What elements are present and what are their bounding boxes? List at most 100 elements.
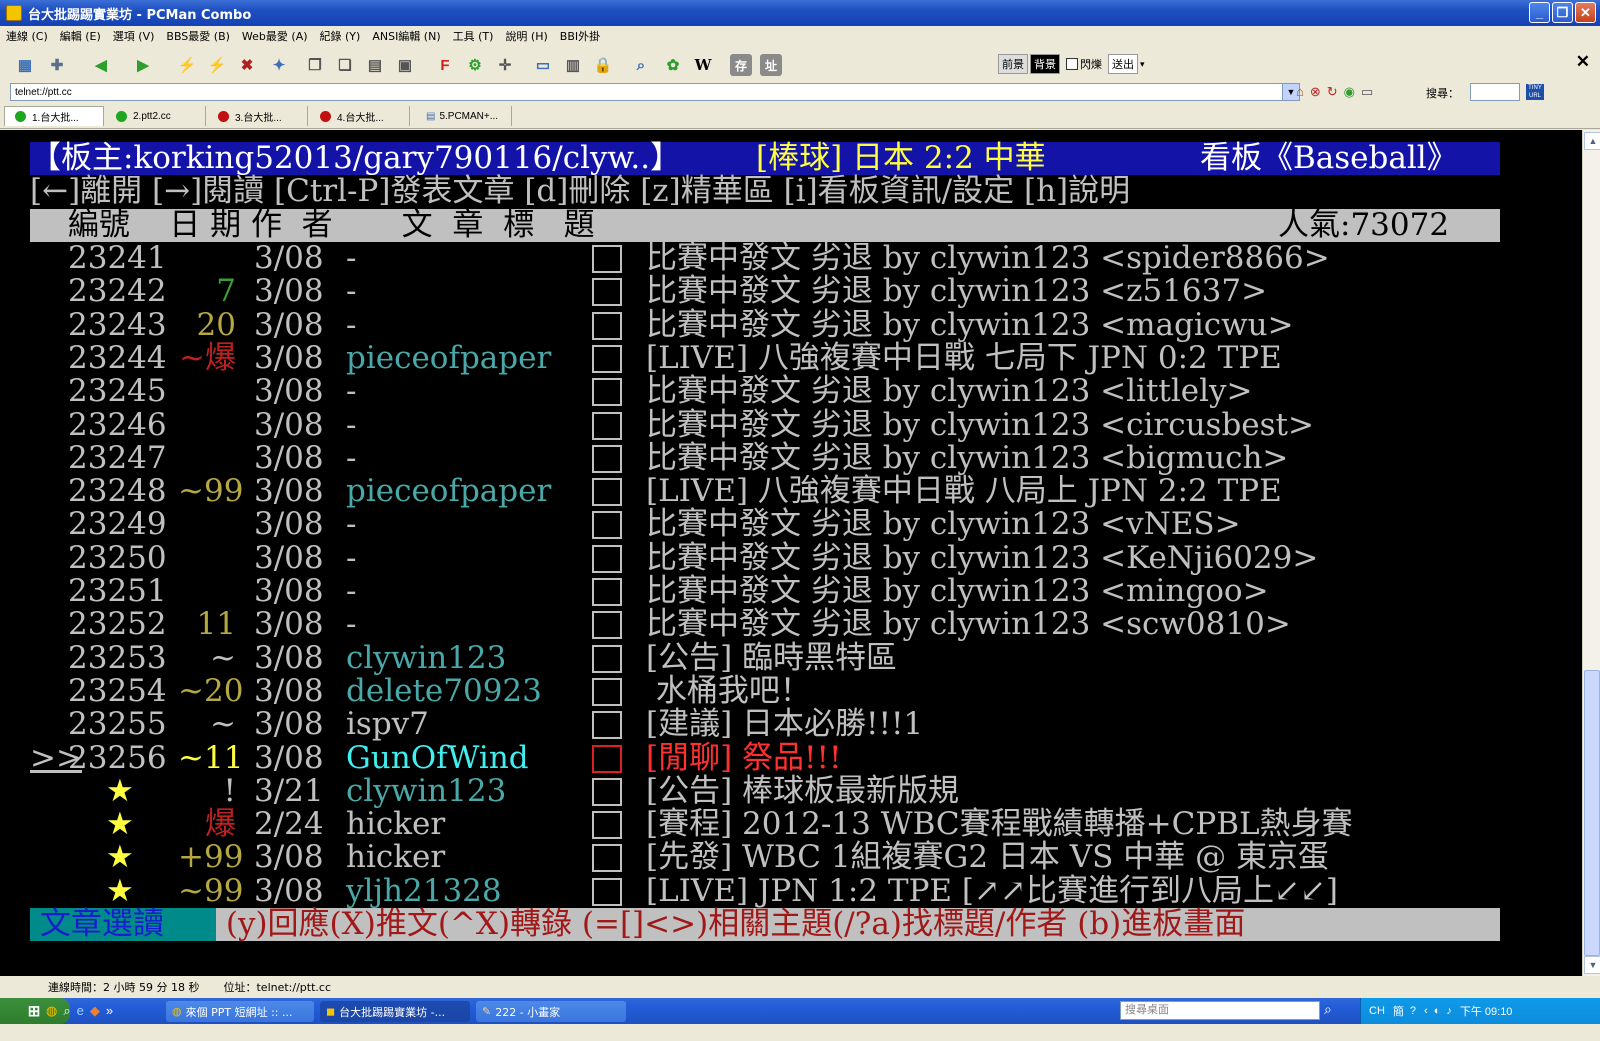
article-row[interactable]: 23255 ~3/08 ispv7 [建議] 日本必勝!!!1 — [30, 708, 1500, 741]
chevron-down-icon[interactable]: ▾ — [1140, 59, 1145, 70]
select-checkbox[interactable] — [592, 878, 622, 906]
article-row[interactable]: 23249 3/08- 比賽中發文 劣退 by clywin123 <vNES> — [30, 508, 1500, 541]
home-icon[interactable]: ⌂ — [1296, 84, 1304, 100]
search-icon[interactable]: ⌕ — [63, 1003, 70, 1019]
article-row[interactable]: 23243 20 3/08- 比賽中發文 劣退 by clywin123 <magic… — [30, 309, 1500, 342]
close-tab-icon[interactable]: ✕ — [1576, 52, 1590, 72]
tab-2[interactable]: 2.ptt2.cc — [106, 106, 206, 126]
ime-icon[interactable]: 簡 — [1393, 1003, 1404, 1019]
save-icon[interactable]: 存 — [730, 54, 752, 76]
chrome-icon[interactable]: ◍ — [46, 1003, 57, 1019]
scroll-up-icon[interactable]: ▲ — [1584, 132, 1600, 150]
forward-icon[interactable]: ▶ — [132, 54, 154, 76]
select-checkbox[interactable] — [592, 711, 622, 739]
stop-icon[interactable]: ⊗ — [1310, 84, 1321, 100]
select-checkbox[interactable] — [592, 412, 622, 440]
menu-bbi-plugin[interactable]: BBI外掛 — [560, 28, 600, 44]
reconnect-all-icon[interactable]: ⚡ — [206, 54, 228, 76]
article-row[interactable]: ★ ~99 3/08 yljh21328 [LIVE] JPN 1:2 TPE [↗↗比… — [30, 875, 1500, 908]
background-button[interactable]: 背景 — [1030, 54, 1060, 74]
blink-checkbox[interactable] — [1066, 58, 1078, 70]
add-favorite-icon[interactable]: ✦ — [268, 54, 290, 76]
maximize-button[interactable]: ❐ — [1552, 2, 1573, 23]
select-checkbox[interactable] — [592, 745, 622, 773]
send-button[interactable]: 送出 — [1108, 54, 1138, 74]
tab-1[interactable]: 1.台大批... — [4, 106, 104, 126]
task-paint[interactable]: ✎ 222 - 小畫家 — [476, 1001, 626, 1022]
font-icon[interactable]: F — [434, 54, 456, 76]
article-row[interactable]: 23252 11 3/08- 比賽中發文 劣退 by clywin123 <scw08… — [30, 608, 1500, 641]
ie-icon[interactable]: e — [77, 1003, 84, 1019]
select-checkbox[interactable] — [592, 678, 622, 706]
article-row[interactable]: 23250 3/08- 比賽中發文 劣退 by clywin123 <KeNji60… — [30, 542, 1500, 575]
copy-icon[interactable]: ❐ — [304, 54, 326, 76]
scrollbar[interactable]: ▲ ▼ — [1582, 130, 1600, 976]
menu-help[interactable]: 說明 (H) — [505, 28, 547, 44]
language-indicator[interactable]: CH — [1369, 1005, 1385, 1017]
volume-icon[interactable]: ♪ — [1446, 1005, 1452, 1017]
select-all-icon[interactable]: ▣ — [394, 54, 416, 76]
paste-icon[interactable]: ▤ — [364, 54, 386, 76]
article-row[interactable]: 23251 3/08- 比賽中發文 劣退 by clywin123 <mingoo> — [30, 575, 1500, 608]
article-row[interactable]: 23248 ~99 3/08 pieceofpaper [LIVE] 八強複賽中日戰 八… — [30, 475, 1500, 508]
article-row[interactable]: 23254 ~20 3/08 delete70923 水桶我吧！ — [30, 675, 1500, 708]
minimize-button[interactable]: _ — [1529, 2, 1550, 23]
article-row[interactable]: ★ 爆 2/24 hicker [賽程] 2012-13 WBC賽程戰績轉播+CPBL熱… — [30, 808, 1500, 841]
reconnect-icon[interactable]: ⚡ — [176, 54, 198, 76]
scroll-down-icon[interactable]: ▼ — [1584, 956, 1600, 974]
select-checkbox[interactable] — [592, 511, 622, 539]
article-row[interactable]: 23245 3/08- 比賽中發文 劣退 by clywin123 <littlel… — [30, 375, 1500, 408]
new-connection-icon[interactable]: ✚ — [46, 54, 68, 76]
article-row[interactable]: 23242 7 3/08- 比賽中發文 劣退 by clywin123 <z51637… — [30, 275, 1500, 308]
select-checkbox[interactable] — [592, 478, 622, 506]
menu-web-favorites[interactable]: Web最愛 (A) — [242, 28, 308, 44]
select-checkbox[interactable] — [592, 278, 622, 306]
wikipedia-icon[interactable]: W — [692, 54, 714, 76]
task-browser[interactable]: ◍ 來個 PPT 短網址 :: ... — [166, 1001, 314, 1022]
app-icon[interactable]: ◆ — [90, 1003, 100, 1019]
scroll-thumb[interactable] — [1584, 670, 1600, 956]
foreground-button[interactable]: 前景 — [998, 54, 1028, 74]
menu-tools[interactable]: 工具 (T) — [453, 28, 494, 44]
desktop-search-input[interactable]: 搜尋桌面 — [1120, 1001, 1320, 1020]
select-checkbox[interactable] — [592, 611, 622, 639]
select-checkbox[interactable] — [592, 578, 622, 606]
article-row[interactable]: 23241 3/08- 比賽中發文 劣退 by clywin123 <spider8… — [30, 242, 1500, 275]
symbols-icon[interactable]: ▥ — [562, 54, 584, 76]
window-icon[interactable]: ▭ — [1361, 84, 1373, 100]
network-icon[interactable]: ◐ — [1434, 1005, 1441, 1017]
search-icon[interactable]: ⌕ — [630, 54, 652, 76]
article-row[interactable]: 23253 ~3/08 clywin123 [公告] 臨時黑特區 — [30, 642, 1500, 675]
tab-3[interactable]: 3.台大批... — [208, 106, 308, 126]
select-checkbox[interactable] — [592, 778, 622, 806]
address-icon[interactable]: 址 — [760, 54, 782, 76]
tab-5[interactable]: ▤ 5.PCMAN+... — [412, 106, 512, 126]
task-pcman[interactable]: ◼ 台大批踢踢實業坊 -... — [320, 1001, 470, 1022]
select-checkbox[interactable] — [592, 844, 622, 872]
select-checkbox[interactable] — [592, 245, 622, 273]
menu-connect[interactable]: 連線 (C) — [6, 28, 48, 44]
tab-4[interactable]: 4.台大批... — [310, 106, 410, 126]
article-row[interactable]: 23247 3/08- 比賽中發文 劣退 by clywin123 <bigmuch… — [30, 442, 1500, 475]
flower-icon[interactable]: ✿ — [662, 54, 684, 76]
select-checkbox[interactable] — [592, 645, 622, 673]
article-row[interactable]: 23244 ~爆 3/08 pieceofpaper [LIVE] 八強複賽中日戰 七局… — [30, 342, 1500, 375]
select-checkbox[interactable] — [592, 345, 622, 373]
article-row[interactable]: >> 23256 ~11 3/08 GunOfWind [閒聊] 祭品!!! — [30, 742, 1500, 775]
chevron-right-icon[interactable]: » — [106, 1003, 113, 1019]
menu-edit[interactable]: 編輯 (E) — [60, 28, 101, 44]
help-icon[interactable]: ? — [1410, 1005, 1416, 1017]
copy-with-color-icon[interactable]: ❏ — [334, 54, 356, 76]
select-checkbox[interactable] — [592, 312, 622, 340]
menu-ansi-edit[interactable]: ANSI編輯 (N) — [372, 28, 440, 44]
refresh-icon[interactable]: ↻ — [1327, 84, 1338, 100]
menu-log[interactable]: 紀錄 (Y) — [320, 28, 361, 44]
select-checkbox[interactable] — [592, 378, 622, 406]
close-button[interactable]: ✕ — [1575, 2, 1596, 23]
settings-gear-icon[interactable]: ⚙ — [464, 54, 486, 76]
menu-options[interactable]: 選項 (V) — [113, 28, 155, 44]
article-row[interactable]: ★! 3/21 clywin123 [公告] 棒球板最新版規 — [30, 775, 1500, 808]
article-row[interactable]: 23246 3/08- 比賽中發文 劣退 by clywin123 <circusb… — [30, 409, 1500, 442]
search-input[interactable] — [1470, 83, 1520, 101]
disconnect-icon[interactable]: ✖ — [236, 54, 258, 76]
